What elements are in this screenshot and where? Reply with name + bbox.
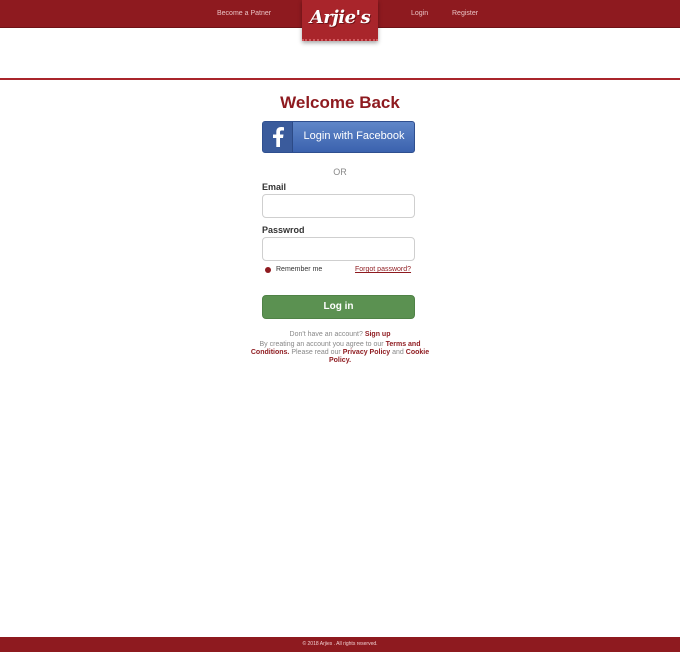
terms-prefix-text: By creating an account you agree to our <box>259 341 384 348</box>
password-field[interactable] <box>262 237 415 261</box>
sign-up-link[interactable]: Sign up <box>365 331 391 338</box>
footer: © 2018 Arjies . All rights reserved. <box>0 637 680 652</box>
remember-me-radio[interactable] <box>265 267 271 273</box>
forgot-password-link[interactable]: Forgot password? <box>355 266 411 273</box>
register-nav-link[interactable]: Register <box>452 10 478 17</box>
email-field[interactable] <box>262 194 415 218</box>
remember-me-label: Remember me <box>276 266 323 273</box>
login-with-facebook-button[interactable]: Login with Facebook <box>262 121 415 153</box>
email-label: Email <box>262 182 287 192</box>
logo[interactable]: Arjie's <box>302 0 378 41</box>
no-account-text: Don't have an account? <box>289 331 363 338</box>
or-separator: OR <box>333 167 347 177</box>
login-button[interactable]: Log in <box>262 295 415 319</box>
privacy-prefix-text: Please read our <box>291 349 341 356</box>
privacy-policy-link[interactable]: Privacy Policy <box>343 349 390 356</box>
facebook-icon-box <box>263 122 293 152</box>
password-label: Passwrod <box>262 225 305 235</box>
signup-prompt: Don't have an account? Sign up <box>240 331 440 339</box>
logo-text: Arjie's <box>309 7 371 28</box>
facebook-icon <box>273 127 284 147</box>
copyright-text: © 2018 Arjies . All rights reserved. <box>302 641 378 647</box>
header-divider <box>0 78 680 80</box>
and-text: and <box>392 349 404 356</box>
terms-notice: By creating an account you agree to our … <box>240 341 440 365</box>
become-partner-link[interactable]: Become a Patner <box>217 10 271 17</box>
facebook-button-label: Login with Facebook <box>303 130 405 142</box>
page-title: Welcome Back <box>280 93 400 112</box>
login-nav-link[interactable]: Login <box>411 10 428 17</box>
